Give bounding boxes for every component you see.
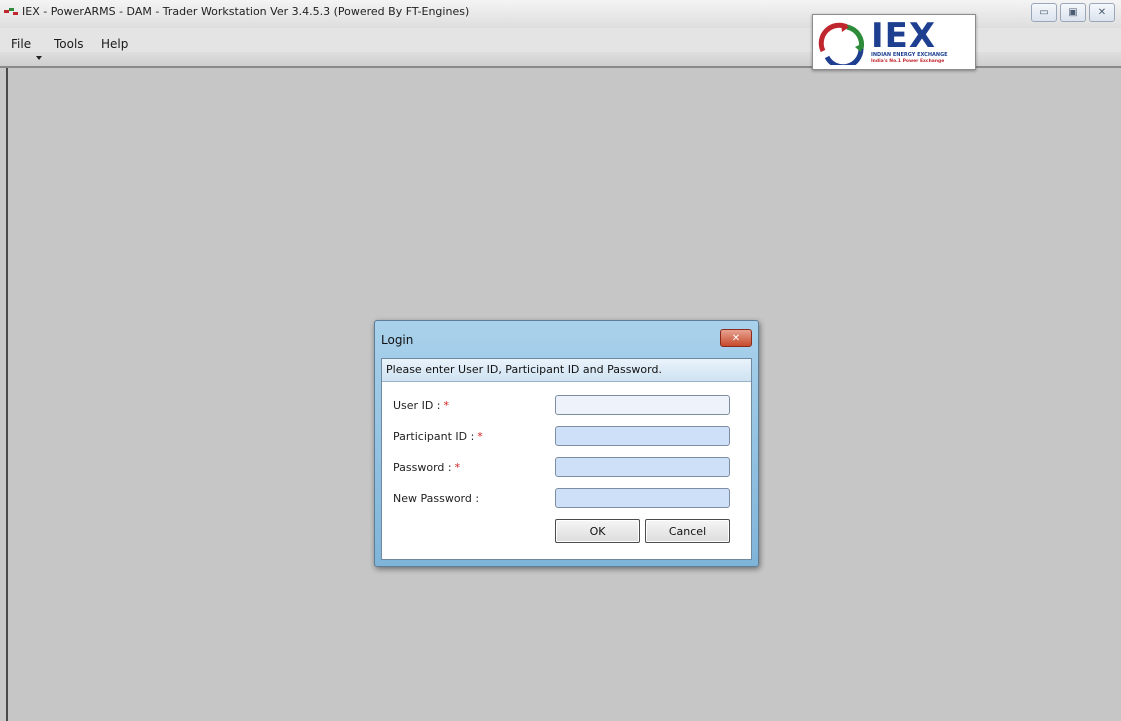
required-marker: * <box>477 430 483 443</box>
new-password-label: New Password : <box>393 492 480 505</box>
menu-file[interactable]: File <box>11 37 31 51</box>
user-id-label: User ID : * <box>393 399 449 412</box>
password-label: Password : * <box>393 461 461 474</box>
required-marker: * <box>443 399 450 412</box>
maximize-button[interactable]: ▣ <box>1060 3 1086 22</box>
window-title: IEX - PowerARMS - DAM - Trader Workstati… <box>22 5 470 18</box>
login-dialog: Login ✕ Please enter User ID, Participan… <box>374 320 759 567</box>
app-icon <box>4 8 18 15</box>
iex-swirl-icon <box>818 22 864 65</box>
ok-button[interactable]: OK <box>555 519 640 543</box>
logo-tagline-1: INDIAN ENERGY EXCHANGE <box>871 52 948 58</box>
participant-id-input[interactable] <box>555 426 730 446</box>
user-id-input[interactable] <box>555 395 730 415</box>
dropdown-arrow-icon[interactable] <box>36 56 42 60</box>
new-password-input[interactable] <box>555 488 730 508</box>
cancel-button[interactable]: Cancel <box>645 519 730 543</box>
required-marker: * <box>454 461 461 474</box>
minimize-button[interactable]: ▭ <box>1031 3 1057 22</box>
menu-help[interactable]: Help <box>101 37 128 51</box>
menu-tools[interactable]: Tools <box>54 37 84 51</box>
password-input[interactable] <box>555 457 730 477</box>
logo-tagline-2: India's No.1 Power Exchange <box>871 59 945 64</box>
participant-id-label: Participant ID : * <box>393 430 483 443</box>
window-controls: ▭ ▣ ✕ <box>1031 3 1115 22</box>
iex-logo: IEX INDIAN ENERGY EXCHANGE India's No.1 … <box>812 14 976 70</box>
dialog-title: Login <box>381 333 414 347</box>
close-window-button[interactable]: ✕ <box>1089 3 1115 22</box>
dialog-close-button[interactable]: ✕ <box>720 329 752 347</box>
instruction-text: Please enter User ID, Participant ID and… <box>382 359 751 382</box>
dialog-body: Please enter User ID, Participant ID and… <box>381 358 752 560</box>
logo-wordmark: IEX <box>871 16 937 56</box>
